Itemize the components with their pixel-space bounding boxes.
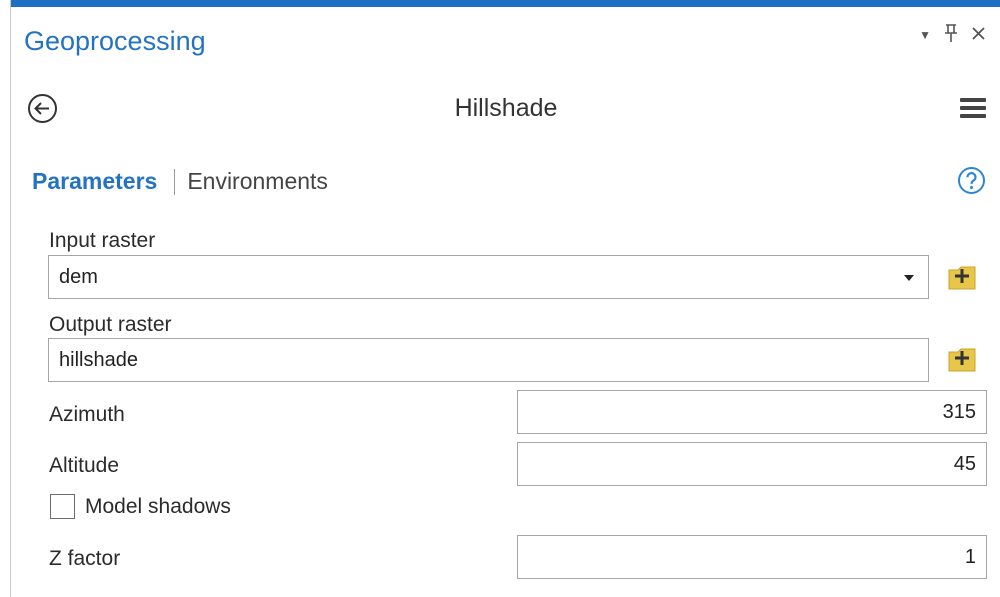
pane-options-dropdown-icon[interactable]: ▼ — [919, 25, 931, 45]
help-icon[interactable] — [957, 166, 986, 195]
azimuth-label: Azimuth — [49, 403, 125, 426]
tool-title: Hillshade — [454, 94, 558, 122]
z-factor-input[interactable]: 1 — [517, 535, 987, 579]
close-icon[interactable] — [971, 25, 986, 45]
input-raster-label: Input raster — [49, 229, 156, 252]
altitude-input[interactable]: 45 — [517, 442, 987, 486]
tab-parameters[interactable]: Parameters — [32, 168, 157, 195]
model-shadows-checkbox[interactable] — [50, 494, 75, 519]
input-raster-value: dem — [59, 266, 98, 288]
model-shadows-label[interactable]: Model shadows — [85, 495, 231, 519]
window-controls: ▼ — [919, 24, 986, 46]
pane-title: Geoprocessing — [24, 26, 206, 56]
input-raster-select[interactable]: dem — [48, 255, 929, 299]
altitude-label: Altitude — [49, 454, 120, 477]
folder-add-icon[interactable] — [947, 343, 977, 375]
output-raster-value: hillshade — [59, 349, 138, 371]
hamburger-menu-icon[interactable] — [960, 98, 986, 120]
pane-accent-bar — [11, 0, 1000, 7]
folder-add-icon[interactable] — [947, 261, 977, 293]
azimuth-input[interactable]: 315 — [517, 390, 987, 434]
geoprocessing-pane: Geoprocessing ▼ Hillshade Parameters Env… — [10, 0, 1000, 597]
z-factor-label: Z factor — [49, 547, 121, 570]
chevron-down-icon[interactable] — [904, 275, 914, 281]
pin-icon[interactable] — [944, 24, 958, 46]
tab-environments[interactable]: Environments — [187, 168, 328, 195]
output-raster-input[interactable]: hillshade — [48, 338, 929, 382]
tab-separator — [174, 168, 176, 195]
output-raster-label: Output raster — [49, 313, 172, 336]
tab-bar: Parameters Environments — [32, 168, 328, 195]
